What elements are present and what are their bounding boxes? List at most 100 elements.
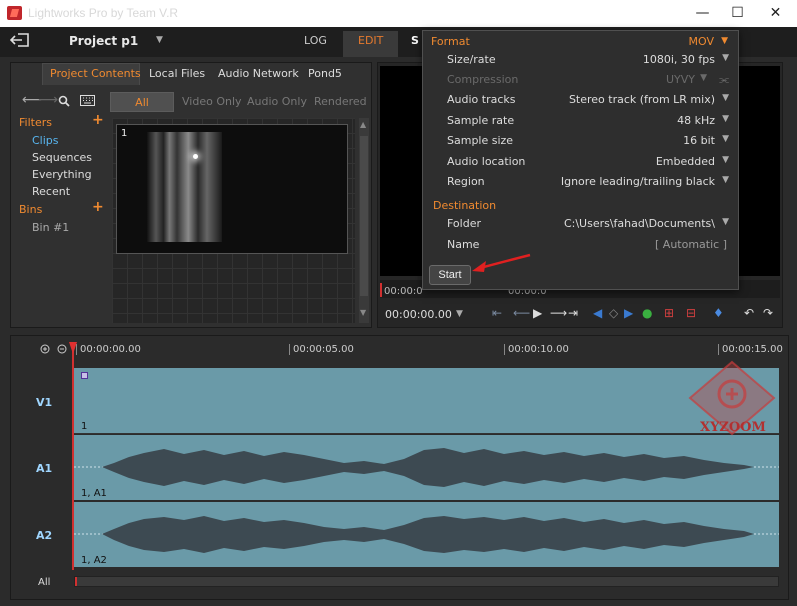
track-label-a1[interactable]: A1 <box>36 462 52 475</box>
timecode-dropdown-chevron-icon[interactable]: ▼ <box>456 309 463 319</box>
filter-tab-rendered[interactable]: Rendered <box>314 92 367 112</box>
playhead-handle-icon[interactable] <box>69 342 77 354</box>
audio-tracks-value[interactable]: Stereo track (from LR mix) <box>569 93 715 106</box>
video-track-v1[interactable]: 1 <box>74 368 779 434</box>
viewer-playhead <box>380 283 382 297</box>
step-back-icon[interactable]: ⟵ <box>513 306 530 320</box>
scroll-down-icon[interactable]: ▼ <box>360 308 366 317</box>
close-button[interactable]: ✕ <box>753 0 797 27</box>
audio-location-row[interactable]: Audio location Embedded ▼ <box>447 155 729 175</box>
filter-tab-all[interactable]: All <box>110 92 174 112</box>
tab-edit[interactable]: EDIT <box>358 34 383 47</box>
mark-clear-icon[interactable]: ◇ <box>609 306 618 320</box>
timeline-playhead[interactable] <box>72 342 74 570</box>
compression-settings-sliders-icon: ⫘ <box>719 73 729 86</box>
tab-pond5[interactable]: Pond5 <box>308 67 342 80</box>
audio-track-a2[interactable]: 1, A2 <box>74 502 779 567</box>
window-title: Lightworks Pro by Team V.R <box>28 6 179 20</box>
sidebar-item-bin-1[interactable]: Bin #1 <box>32 221 69 234</box>
timeline-horizontal-scrollbar[interactable] <box>74 576 779 587</box>
audio-tracks-chevron-icon[interactable]: ▼ <box>722 93 729 103</box>
viewer-time-1: 00:00:0 <box>384 286 423 297</box>
go-to-end-icon[interactable]: ⇥ <box>568 306 578 320</box>
step-forward-icon[interactable]: ⟶ <box>550 306 567 320</box>
redo-icon[interactable]: ↷ <box>763 306 773 320</box>
sample-size-row[interactable]: Sample size 16 bit ▼ <box>447 134 729 154</box>
scroll-thumb[interactable] <box>360 136 368 296</box>
folder-chevron-icon[interactable]: ▼ <box>722 217 729 227</box>
zoom-in-icon[interactable] <box>40 344 51 355</box>
zoom-out-icon[interactable] <box>57 344 68 355</box>
media-filter-tabs: All Video Only Audio Only Rendered <box>110 92 367 112</box>
forward-arrow-icon[interactable]: ⟶ <box>38 92 58 108</box>
audio-track-a1[interactable]: 1, A1 <box>74 435 779 500</box>
audio-location-label: Audio location <box>447 155 526 168</box>
sidebar-item-recent[interactable]: Recent <box>32 185 70 198</box>
filter-tab-audio-only[interactable]: Audio Only <box>247 92 307 112</box>
region-row[interactable]: Region Ignore leading/trailing black ▼ <box>447 175 729 195</box>
tab-sequence[interactable]: S <box>411 34 419 47</box>
audio-tracks-label: Audio tracks <box>447 93 516 106</box>
sample-rate-row[interactable]: Sample rate 48 kHz ▼ <box>447 114 729 134</box>
insert-icon[interactable]: ⊞ <box>664 306 674 320</box>
region-chevron-icon[interactable]: ▼ <box>722 175 729 185</box>
clip-label-a1: 1, A1 <box>81 488 107 499</box>
filter-tab-video-only[interactable]: Video Only <box>182 92 242 112</box>
format-header: Format <box>431 35 470 48</box>
replace-icon[interactable]: ⊟ <box>686 306 696 320</box>
compression-label: Compression <box>447 73 519 86</box>
audio-tracks-row[interactable]: Audio tracks Stereo track (from LR mix) … <box>447 93 729 113</box>
name-value[interactable]: [ Automatic ] <box>655 238 727 251</box>
exit-project-icon[interactable] <box>10 33 30 47</box>
folder-value[interactable]: C:\Users\fahad\Documents\ <box>564 217 715 230</box>
project-title[interactable]: Project p1 <box>69 34 138 48</box>
thumbnail-light <box>193 154 198 159</box>
scroll-up-icon[interactable]: ▲ <box>360 120 366 129</box>
all-tracks-label[interactable]: All <box>38 577 50 588</box>
mark-in-icon[interactable]: ◀ <box>593 306 602 320</box>
track-label-a2[interactable]: A2 <box>36 529 52 542</box>
sample-rate-chevron-icon[interactable]: ▼ <box>722 114 729 124</box>
sidebar-item-everything[interactable]: Everything <box>32 168 92 181</box>
sidebar-item-clips[interactable]: Clips <box>32 134 59 147</box>
sample-size-chevron-icon[interactable]: ▼ <box>722 134 729 144</box>
name-label: Name <box>447 238 480 251</box>
start-export-button[interactable]: Start <box>429 265 471 285</box>
size-rate-chevron-icon[interactable]: ▼ <box>722 53 729 63</box>
format-value[interactable]: MOV <box>689 35 714 48</box>
keyboard-icon[interactable] <box>80 95 95 106</box>
add-bin-plus-icon[interactable]: + <box>92 199 104 215</box>
tab-local-files[interactable]: Local Files <box>149 67 205 80</box>
viewer-timecode[interactable]: 00:00:00.00 <box>385 308 452 321</box>
folder-row[interactable]: Folder C:\Users\fahad\Documents\ ▼ <box>447 217 729 237</box>
ruler-time-5: 00:00:05.00 <box>289 344 354 355</box>
tab-log[interactable]: LOG <box>304 34 327 47</box>
bins-header: Bins <box>19 203 43 216</box>
mark-out-icon[interactable]: ▶ <box>624 306 633 320</box>
undo-icon[interactable]: ↶ <box>744 306 754 320</box>
format-dropdown-chevron-icon[interactable]: ▼ <box>721 36 728 46</box>
tab-audio-network[interactable]: Audio Network <box>218 67 299 80</box>
size-rate-row[interactable]: Size/rate 1080i, 30 fps ▼ <box>447 53 729 73</box>
search-icon[interactable] <box>58 95 70 107</box>
timeline-ruler[interactable]: 00:00:00.00 00:00:05.00 00:00:10.00 00:0… <box>74 340 783 358</box>
ruler-time-10: 00:00:10.00 <box>504 344 569 355</box>
compression-row: Compression UYVY ▼ ⫘ <box>447 73 729 93</box>
track-label-v1[interactable]: V1 <box>36 396 52 409</box>
sample-size-value[interactable]: 16 bit <box>683 134 715 147</box>
size-rate-value[interactable]: 1080i, 30 fps <box>643 53 715 66</box>
add-cue-icon[interactable]: ● <box>642 306 652 320</box>
media-scrollbar[interactable]: ▲ ▼ <box>359 118 369 323</box>
sample-rate-value[interactable]: 48 kHz <box>677 114 715 127</box>
sidebar-item-sequences[interactable]: Sequences <box>32 151 92 164</box>
voiceover-mic-icon[interactable]: ♦ <box>713 306 724 320</box>
audio-location-value[interactable]: Embedded <box>656 155 715 168</box>
play-icon[interactable]: ▶ <box>533 306 542 320</box>
thumbnail-label: 1 <box>121 128 128 139</box>
audio-location-chevron-icon[interactable]: ▼ <box>722 155 729 165</box>
region-value[interactable]: Ignore leading/trailing black <box>561 175 715 188</box>
go-to-start-icon[interactable]: ⇤ <box>492 306 502 320</box>
tab-project-contents[interactable]: Project Contents <box>50 67 141 80</box>
project-dropdown-chevron-icon[interactable]: ▼ <box>156 35 163 45</box>
add-filter-plus-icon[interactable]: + <box>92 112 104 128</box>
